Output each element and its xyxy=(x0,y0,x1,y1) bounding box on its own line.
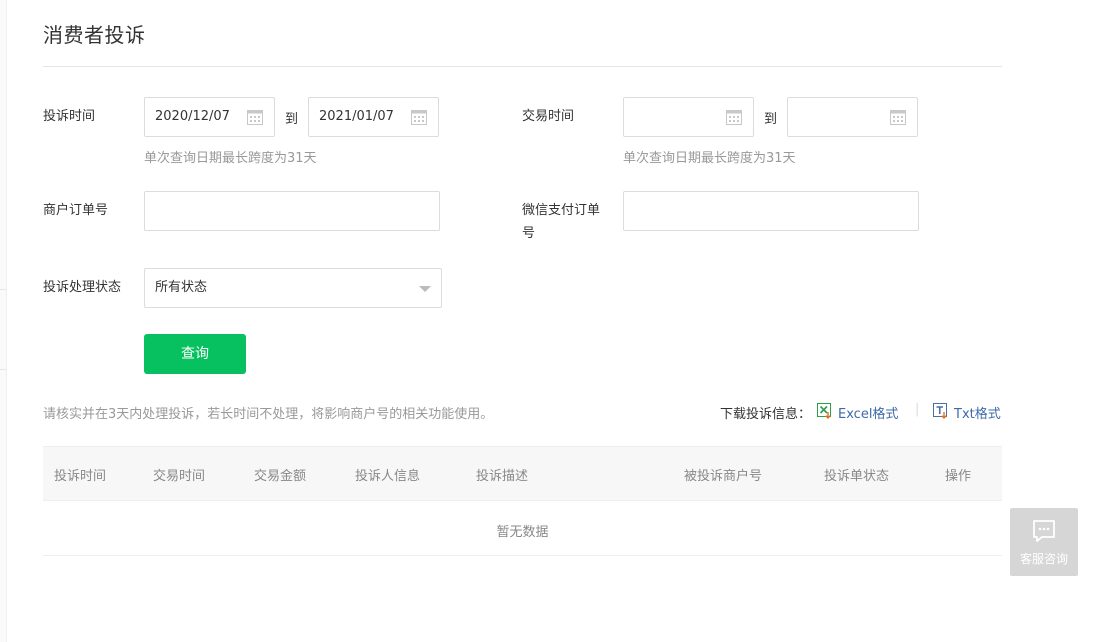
calendar-icon xyxy=(726,110,742,125)
calendar-icon xyxy=(890,110,906,125)
trade-time-label: 交易时间 xyxy=(522,109,575,124)
complaint-time-label: 投诉时间 xyxy=(43,109,96,124)
date-range-separator: 到 xyxy=(285,112,299,127)
column-header: 交易时间 xyxy=(153,469,206,484)
calendar-icon xyxy=(411,110,427,125)
complaint-end-date-value: 2021/01/07 xyxy=(319,109,394,124)
download-label: 下载投诉信息： xyxy=(720,407,812,422)
merchant-order-label: 商户订单号 xyxy=(43,203,109,218)
wechat-order-label-line2: 号 xyxy=(522,226,536,241)
trade-start-date-input[interactable] xyxy=(623,97,754,137)
download-separator: | xyxy=(915,402,920,417)
column-header: 投诉人信息 xyxy=(355,469,421,484)
trade-time-hint: 单次查询日期最长跨度为31天 xyxy=(623,151,796,166)
table-empty-row: 暂无数据 xyxy=(43,501,1002,556)
customer-service-label: 客服咨询 xyxy=(1019,552,1068,566)
wechat-order-input[interactable] xyxy=(623,191,919,231)
column-header: 操作 xyxy=(945,469,972,484)
column-header: 投诉单状态 xyxy=(824,469,890,484)
download-excel-link[interactable]: Excel格式 xyxy=(838,403,898,422)
page-title: 消费者投诉 xyxy=(43,23,146,47)
dropdown-arrow-icon xyxy=(419,286,431,292)
processing-notice: 请核实并在3天内处理投诉，若长时间不处理，将影响商户号的相关功能使用。 xyxy=(43,407,494,422)
complaint-start-date-value: 2020/12/07 xyxy=(155,109,230,124)
download-txt-link[interactable]: Txt格式 xyxy=(954,403,1001,422)
merchant-order-input[interactable] xyxy=(144,191,440,231)
column-header: 投诉时间 xyxy=(54,469,107,484)
left-sidebar-edge xyxy=(0,0,7,642)
empty-state-text: 暂无数据 xyxy=(496,525,549,540)
left-sidebar-divider xyxy=(0,289,6,290)
trade-end-date-input[interactable] xyxy=(787,97,918,137)
status-select[interactable]: 所有状态 xyxy=(144,268,442,308)
left-sidebar-divider xyxy=(0,369,6,370)
column-header: 被投诉商户号 xyxy=(684,469,763,484)
complaint-end-date-input[interactable]: 2021/01/07 xyxy=(308,97,439,137)
wechat-order-label: 微信支付订单 号 xyxy=(522,202,600,243)
txt-file-icon xyxy=(933,403,947,419)
calendar-icon xyxy=(247,110,263,125)
chat-bubble-icon xyxy=(1033,520,1055,542)
status-label: 投诉处理状态 xyxy=(43,280,122,295)
date-range-separator: 到 xyxy=(764,112,778,127)
status-selected-value: 所有状态 xyxy=(155,280,208,295)
wechat-order-label-line1: 微信支付订单 xyxy=(522,203,601,218)
query-button[interactable]: 查询 xyxy=(144,334,246,374)
excel-file-icon xyxy=(817,403,831,419)
table-header: 投诉时间 交易时间 交易金额 投诉人信息 投诉描述 被投诉商户号 投诉单状态 操… xyxy=(43,446,1002,501)
column-header: 交易金额 xyxy=(254,469,307,484)
customer-service-button[interactable]: 客服咨询 xyxy=(1010,508,1078,576)
complaint-time-hint: 单次查询日期最长跨度为31天 xyxy=(144,151,317,166)
title-divider xyxy=(43,66,1002,67)
column-header: 投诉描述 xyxy=(476,469,529,484)
complaint-start-date-input[interactable]: 2020/12/07 xyxy=(144,97,275,137)
